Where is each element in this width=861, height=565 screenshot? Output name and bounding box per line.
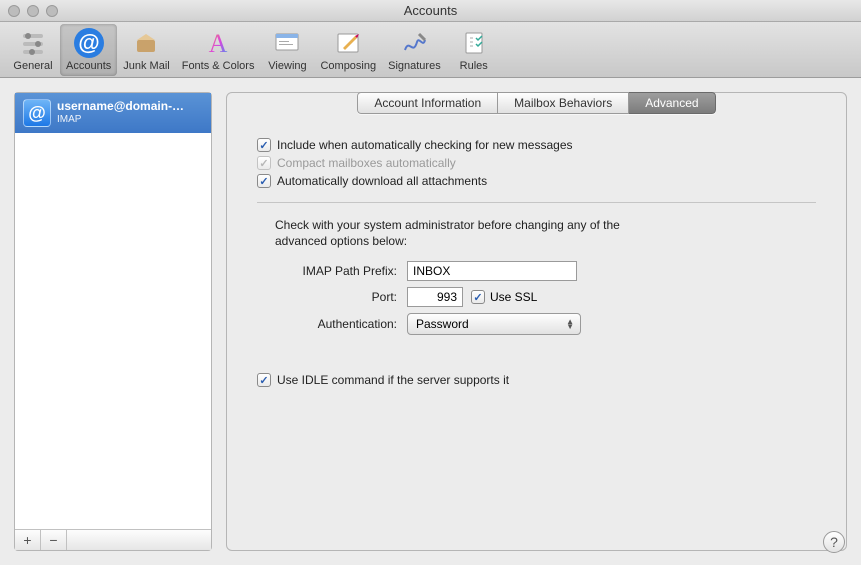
svg-text:@: @ [78, 30, 99, 55]
idle-checkbox[interactable]: ✓ [257, 373, 271, 387]
junk-icon [130, 27, 162, 59]
include-label: Include when automatically checking for … [277, 138, 573, 152]
include-checkbox[interactable]: ✓ [257, 138, 271, 152]
at-icon: @ [73, 27, 105, 59]
toolbar-label: Viewing [268, 60, 306, 72]
toolbar-label: Composing [320, 60, 376, 72]
account-type: IMAP [57, 114, 184, 126]
auth-select[interactable]: Password ▲▼ [407, 313, 581, 335]
download-checkbox[interactable]: ✓ [257, 174, 271, 188]
tab-advanced[interactable]: Advanced [629, 92, 715, 114]
toolbar-label: Junk Mail [123, 60, 169, 72]
rules-icon [458, 27, 490, 59]
ssl-checkbox[interactable]: ✓ [471, 290, 485, 304]
viewing-icon [271, 27, 303, 59]
detail-pane: Account Information Mailbox Behaviors Ad… [226, 92, 847, 551]
divider [257, 202, 816, 203]
port-input[interactable] [407, 287, 463, 307]
toolbar-general[interactable]: General [6, 24, 60, 76]
idle-label: Use IDLE command if the server supports … [277, 373, 509, 387]
minimize-window-button[interactable] [27, 5, 39, 17]
tab-mailbox-behaviors[interactable]: Mailbox Behaviors [498, 92, 629, 114]
window-title: Accounts [0, 3, 861, 18]
remove-account-button[interactable]: − [41, 530, 67, 550]
toolbar-composing[interactable]: Composing [314, 24, 382, 76]
account-row[interactable]: @ username@domain-… IMAP [15, 93, 211, 133]
auth-label: Authentication: [257, 317, 407, 331]
toolbar-rules[interactable]: Rules [447, 24, 501, 76]
toolbar-label: Accounts [66, 60, 111, 72]
sidebar-footer-spacer [67, 530, 211, 550]
compact-label: Compact mailboxes automatically [277, 156, 456, 170]
download-label: Automatically download all attachments [277, 174, 487, 188]
close-window-button[interactable] [8, 5, 20, 17]
ssl-label: Use SSL [490, 290, 537, 304]
at-icon: @ [23, 99, 51, 127]
help-button[interactable]: ? [823, 531, 845, 553]
prefs-toolbar: General @ Accounts Junk Mail A Fonts & C… [0, 22, 861, 78]
toolbar-label: Rules [460, 60, 488, 72]
compact-checkbox: ✓ [257, 156, 271, 170]
zoom-window-button[interactable] [46, 5, 58, 17]
port-label: Port: [257, 290, 407, 304]
account-name: username@domain-… [57, 100, 184, 114]
toolbar-label: Fonts & Colors [182, 60, 255, 72]
toolbar-accounts[interactable]: @ Accounts [60, 24, 117, 76]
auth-value: Password [416, 317, 469, 331]
signatures-icon [398, 27, 430, 59]
chevron-updown-icon: ▲▼ [566, 319, 574, 330]
imap-prefix-input[interactable] [407, 261, 577, 281]
add-account-button[interactable]: + [15, 530, 41, 550]
toolbar-label: General [13, 60, 52, 72]
tab-account-info[interactable]: Account Information [357, 92, 498, 114]
toolbar-label: Signatures [388, 60, 441, 72]
sidebar-empty [15, 133, 211, 529]
toolbar-junk[interactable]: Junk Mail [117, 24, 175, 76]
accounts-sidebar: @ username@domain-… IMAP + − [14, 92, 212, 551]
toolbar-fonts[interactable]: A Fonts & Colors [176, 24, 261, 76]
admin-note: Check with your system administrator bef… [275, 217, 635, 249]
svg-text:A: A [209, 29, 228, 58]
fonts-icon: A [202, 27, 234, 59]
toolbar-viewing[interactable]: Viewing [260, 24, 314, 76]
prefix-label: IMAP Path Prefix: [257, 264, 407, 278]
toolbar-signatures[interactable]: Signatures [382, 24, 447, 76]
titlebar: Accounts [0, 0, 861, 22]
switches-icon [17, 27, 49, 59]
composing-icon [332, 27, 364, 59]
